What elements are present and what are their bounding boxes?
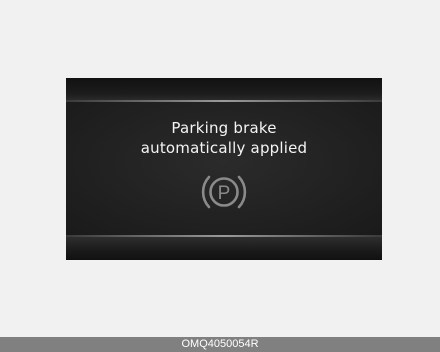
- display-top-band: [66, 78, 382, 100]
- display-bottom-band: [66, 237, 382, 260]
- message-line-2: automatically applied: [140, 139, 308, 157]
- parking-letter: P: [218, 183, 231, 204]
- message-line-1: Parking brake: [171, 119, 277, 137]
- image-code-bar: OMQ4050054R: [0, 337, 440, 352]
- cluster-display: Parking brake automatically applied P: [66, 78, 382, 260]
- parking-brake-icon: P: [201, 175, 247, 209]
- warning-message: Parking brake automatically applied: [66, 118, 382, 158]
- image-code: OMQ4050054R: [181, 338, 259, 350]
